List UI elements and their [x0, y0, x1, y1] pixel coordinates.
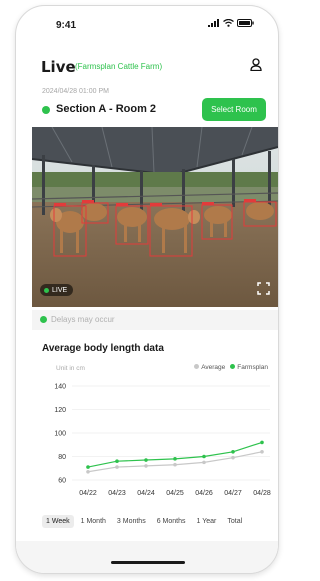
x-tick-label: 04/24: [137, 490, 155, 497]
footer-band: [16, 541, 278, 573]
live-dot: [44, 287, 49, 293]
data-point-average: [115, 465, 119, 469]
select-room-button[interactable]: Select Room: [202, 98, 266, 121]
live-video-feed[interactable]: LIVE: [32, 127, 278, 307]
data-point-farmsplan: [202, 454, 206, 459]
data-point-average: [144, 464, 148, 468]
range-option[interactable]: 1 Week: [42, 514, 74, 528]
range-option[interactable]: 3 Months: [113, 515, 150, 528]
chart-legend: Average Farmsplan: [194, 364, 268, 371]
live-label: LIVE: [52, 286, 68, 294]
system-icons: [208, 19, 254, 27]
feed-datetime: 2024/04/28 01:00 PM: [42, 88, 109, 95]
room-row: Section A - Room 2 Select Room: [42, 98, 272, 122]
data-point-average: [231, 455, 235, 460]
room-name: Section A - Room 2: [56, 103, 157, 115]
home-indicator: [111, 561, 185, 564]
data-point-average: [173, 462, 177, 467]
wifi-icon: [223, 19, 234, 27]
page-title: Live: [41, 58, 76, 76]
delay-text: Delays may occur: [51, 315, 115, 324]
data-point-average: [202, 460, 206, 465]
range-option[interactable]: 1 Month: [77, 515, 110, 528]
online-indicator: [42, 106, 50, 114]
barn-camera-image: [32, 127, 278, 307]
data-point-farmsplan: [173, 457, 177, 461]
legend-average: Average: [194, 364, 225, 371]
data-point-farmsplan: [231, 450, 235, 454]
data-point-average: [260, 450, 264, 454]
status-time: 9:41: [56, 20, 77, 31]
y-tick-label: 80: [58, 454, 66, 461]
farm-name: (Farmsplan Cattle Farm): [75, 62, 163, 71]
range-option[interactable]: 6 Months: [153, 515, 190, 528]
chart-title: Average body length data: [42, 343, 164, 354]
fullscreen-icon[interactable]: [257, 282, 270, 295]
status-bar: 9:41: [16, 6, 278, 36]
data-point-farmsplan: [86, 465, 90, 469]
x-tick-label: 04/23: [108, 490, 126, 497]
battery-icon: [237, 19, 254, 27]
time-range-selector: 1 Week 1 Month 3 Months 6 Months 1 Year Total: [42, 512, 272, 530]
delay-indicator: [40, 316, 47, 323]
x-tick-label: 04/26: [195, 490, 213, 497]
range-option[interactable]: Total: [223, 515, 246, 528]
body-length-chart: 140 120 100 80 60 04/22 04/23 04/24 04/25 04/26 04…: [54, 384, 271, 498]
range-option[interactable]: 1 Year: [193, 515, 221, 528]
data-point-farmsplan: [144, 458, 148, 462]
delay-notice: Delays may occur: [32, 310, 278, 330]
app-header: Live (Farmsplan Cattle Farm): [16, 52, 278, 78]
data-point-average: [86, 469, 90, 474]
signal-icon: [208, 19, 219, 27]
y-tick-label: 120: [54, 407, 66, 414]
x-tick-label: 04/27: [224, 490, 242, 497]
x-tick-label: 04/28: [253, 490, 271, 497]
x-tick-label: 04/22: [79, 490, 97, 497]
y-tick-label: 100: [54, 431, 66, 438]
data-point-farmsplan: [260, 440, 264, 445]
x-tick-label: 04/25: [166, 490, 184, 497]
phone-frame: 9:41 Live (Farmsplan Cattle Farm) 2024/0…: [15, 5, 279, 574]
live-badge: LIVE: [40, 284, 74, 296]
data-point-farmsplan: [115, 459, 119, 463]
legend-farmsplan: Farmsplan: [230, 364, 268, 371]
chart-unit: Unit in cm: [56, 365, 85, 372]
y-tick-label: 140: [54, 384, 66, 391]
user-icon[interactable]: [250, 58, 262, 71]
y-tick-label: 60: [58, 478, 66, 485]
